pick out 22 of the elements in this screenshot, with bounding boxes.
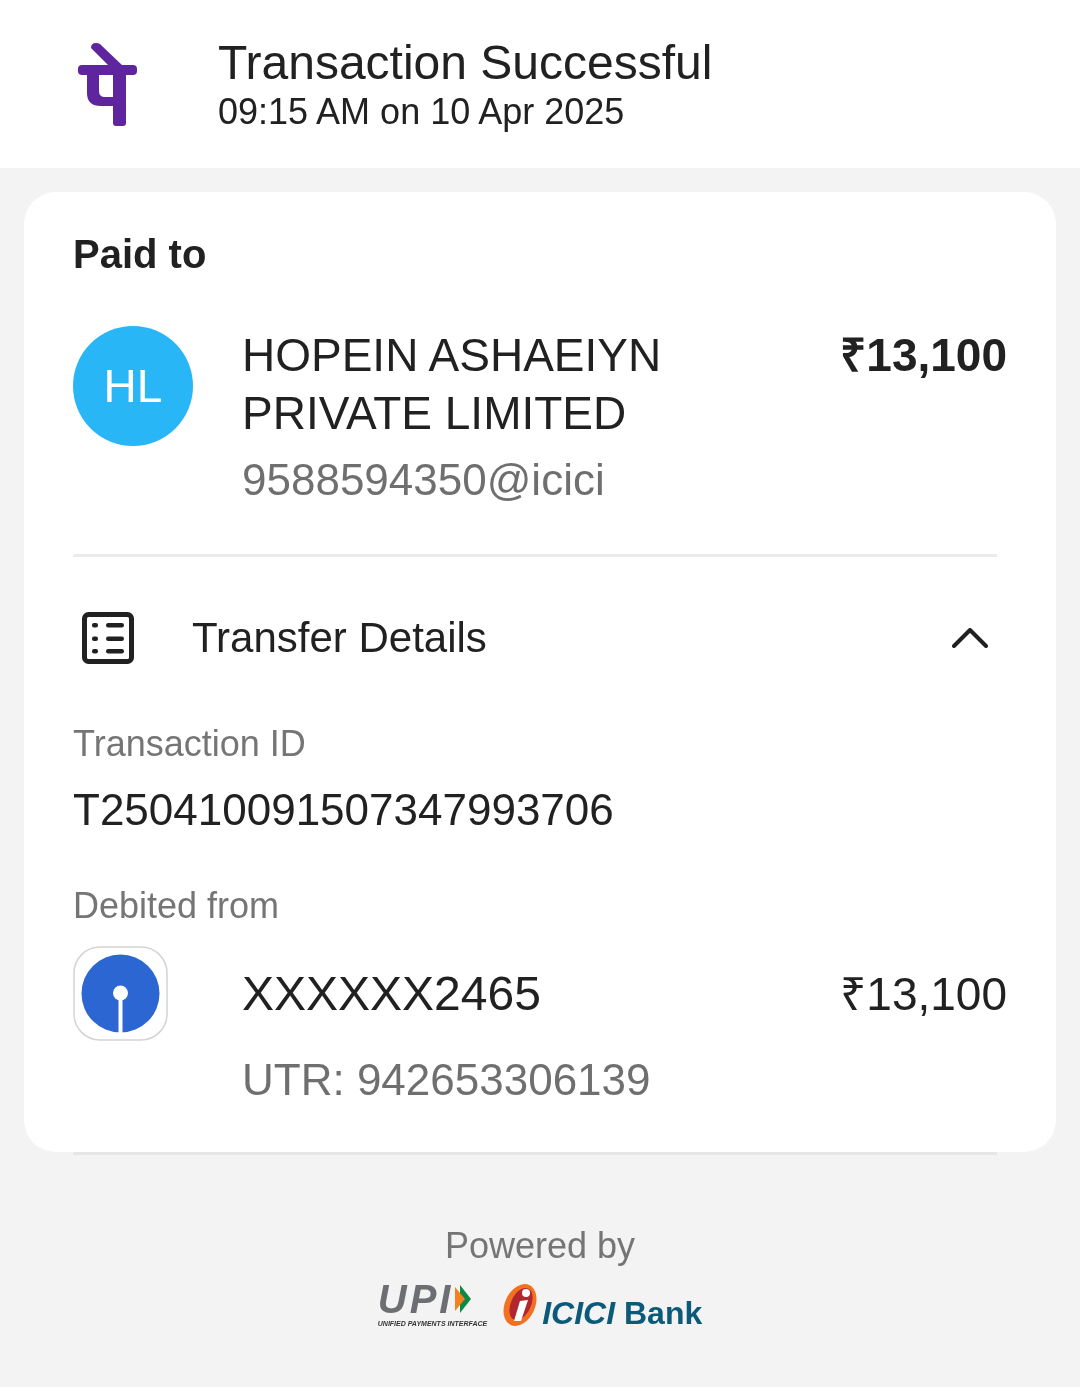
utr-number: UTR: 942653306139 [242,1054,652,1106]
upi-wordmark: UPI [377,1282,454,1316]
app-logo-icon [78,42,137,126]
bank-wordmark: ICICI Bank [542,1298,703,1328]
avatar-initials: HL [73,326,193,446]
amount: ₹13,100 [840,328,1007,383]
field-label: Transaction ID [73,722,307,766]
amount: ₹13,100 [840,966,1007,1022]
section-title: Transfer Details [192,613,487,663]
chevron-icon[interactable] [952,628,988,648]
keyhole-logo-icon [73,946,168,1041]
upi-id: 9588594350@icici [242,454,606,506]
section-heading: Paid to [73,231,208,278]
transaction-id: T250410091507347993706 [73,784,615,836]
arrow-logo-icon [455,1285,472,1313]
payee-name: HOPEIN ASHAEIYN PRIVATE LIMITED [242,328,663,441]
page-title: Transaction Successful [218,35,713,91]
transaction-time: 09:15 AM on 10 Apr 2025 [218,91,626,133]
powered-by-label: Powered by [443,1224,637,1268]
field-label: Debited from [73,884,281,928]
list-icon [82,612,134,664]
account-number: XXXXXX2465 [242,965,541,1022]
